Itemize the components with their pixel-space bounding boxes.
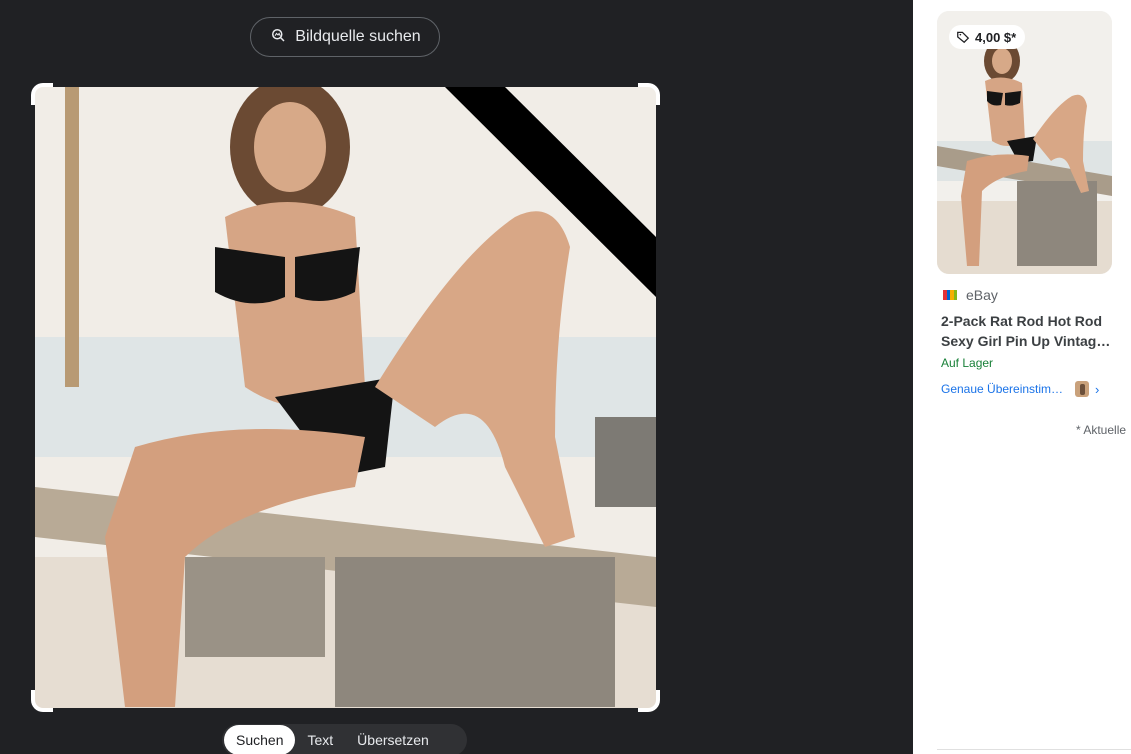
image-search-icon bbox=[269, 26, 287, 49]
crop-handle-top-left[interactable] bbox=[31, 83, 53, 105]
find-image-source-label: Bildquelle suchen bbox=[295, 28, 421, 45]
crop-handle-bottom-right[interactable] bbox=[638, 690, 660, 712]
divider bbox=[937, 749, 1131, 750]
stock-status: Auf Lager bbox=[941, 356, 994, 370]
ebay-favicon-icon bbox=[943, 288, 957, 302]
price-tag-icon bbox=[956, 30, 970, 44]
result-title[interactable]: 2-Pack Rat Rod Hot Rod Sexy Girl Pin Up … bbox=[941, 311, 1121, 351]
price-badge: 4,00 $* bbox=[949, 25, 1026, 49]
result-source[interactable]: eBay bbox=[943, 287, 998, 303]
image-viewer-pane: Bildquelle suchen Suchen Text Übersetzen bbox=[0, 0, 913, 754]
crop-handle-bottom-left[interactable] bbox=[31, 690, 53, 712]
tab-suchen[interactable]: Suchen bbox=[224, 725, 296, 754]
selected-image-frame[interactable] bbox=[31, 83, 660, 712]
source-name: eBay bbox=[966, 287, 998, 303]
results-pane: 4,00 $* eBay 2-Pack Rat Rod Hot Rod Sexy… bbox=[913, 0, 1131, 754]
tab-text[interactable]: Text bbox=[295, 725, 345, 754]
tab-uebersetzen[interactable]: Übersetzen bbox=[345, 725, 441, 754]
crop-handle-top-right[interactable] bbox=[638, 83, 660, 105]
find-image-source-button[interactable]: Bildquelle suchen bbox=[250, 17, 440, 57]
chevron-right-icon: › bbox=[1095, 381, 1100, 397]
selected-image bbox=[35, 87, 656, 708]
exact-match-label: Genaue Übereinstim… bbox=[941, 382, 1064, 396]
result-card[interactable]: 4,00 $* bbox=[937, 11, 1112, 274]
mode-tab-bar: Suchen Text Übersetzen bbox=[222, 724, 467, 754]
result-thumbnail[interactable]: 4,00 $* bbox=[937, 11, 1112, 274]
match-thumbnail bbox=[1075, 381, 1089, 397]
exact-match-link[interactable]: Genaue Übereinstim… › bbox=[941, 381, 1099, 397]
price-value: 4,00 $* bbox=[975, 29, 1017, 45]
price-footnote: * Aktuelle bbox=[1076, 423, 1127, 437]
